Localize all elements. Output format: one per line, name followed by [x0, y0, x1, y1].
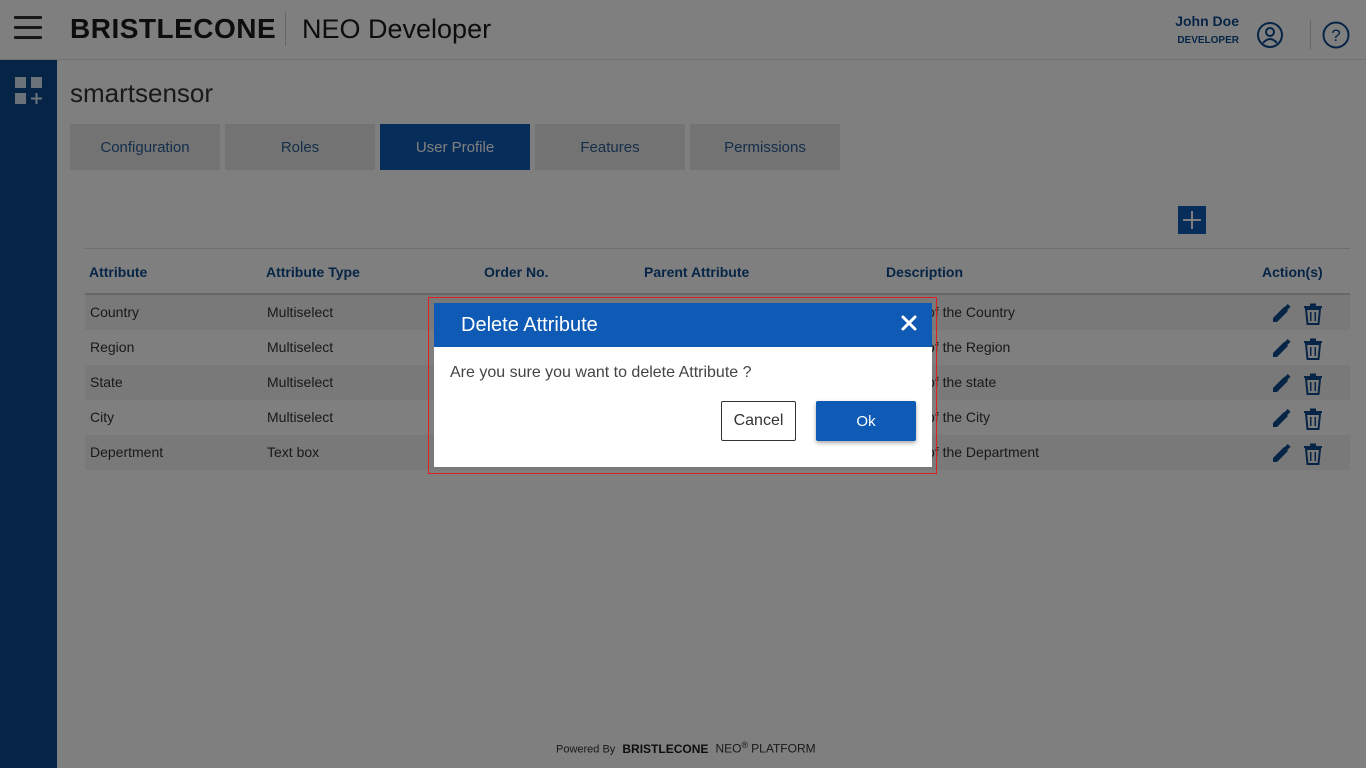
close-icon[interactable]: [900, 314, 918, 332]
cancel-button[interactable]: Cancel: [721, 401, 796, 441]
dialog-message: Are you sure you want to delete Attribut…: [450, 364, 752, 381]
ok-button[interactable]: Ok: [816, 401, 916, 441]
dialog-title: Delete Attribute: [461, 314, 598, 336]
dialog-header: Delete Attribute: [434, 303, 932, 347]
delete-attribute-dialog: Delete Attribute Are you sure you want t…: [434, 303, 932, 467]
